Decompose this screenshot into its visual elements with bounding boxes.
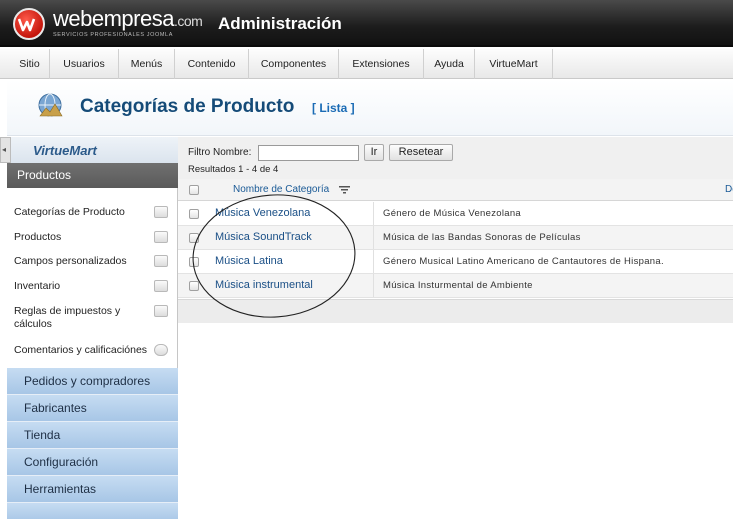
admin-header: webempresa.com SERVICIOS PROFESIONALES J… <box>0 0 733 47</box>
camera-icon <box>154 231 168 243</box>
menu-usuarios[interactable]: Usuarios <box>50 49 119 79</box>
category-description: Género de Música Venezolana <box>383 208 522 219</box>
menu-componentes[interactable]: Componentes <box>249 49 339 79</box>
edit-icon <box>154 280 168 292</box>
category-description: Género Musical Latino Americano de Canta… <box>383 256 664 267</box>
sidebar-collapse-toggle[interactable]: ◂ <box>0 137 11 163</box>
filter-bar: Filtro Nombre: Ir Resetear Resultados 1 … <box>178 137 733 179</box>
reset-button[interactable]: Resetear <box>389 144 453 161</box>
sidebar-item-impuestos[interactable]: Reglas de impuestos y cálculos <box>14 305 132 331</box>
sidebar-item-productos[interactable]: Productos <box>14 231 61 244</box>
comment-icon <box>154 344 168 356</box>
webempresa-logo-icon <box>13 8 45 40</box>
sidebar-item-categorias[interactable]: Categorías de Producto <box>14 206 125 219</box>
sidebar-item-comentarios[interactable]: Comentarios y calificaciónes <box>14 344 147 357</box>
brand-tagline: SERVICIOS PROFESIONALES JOOMLA <box>53 32 173 38</box>
column-header-description[interactable]: De <box>725 184 733 195</box>
go-button[interactable]: Ir <box>364 144 384 161</box>
sidebar-section-productos[interactable]: Productos <box>7 163 178 188</box>
sidebar-groups: Pedidos y compradores Fabricantes Tienda… <box>7 368 178 519</box>
menu-ayuda[interactable]: Ayuda <box>424 49 475 79</box>
sidebar-group-configuracion[interactable]: Configuración <box>7 449 178 476</box>
admin-menubar: Sitio Usuarios Menús Contenido Component… <box>0 49 733 79</box>
brand-name: webempresa.com <box>53 6 203 31</box>
sidebar: VirtueMart ◂ Productos Categorías de Pro… <box>0 137 178 519</box>
copy-icon <box>154 255 168 267</box>
category-description: Música de las Bandas Sonoras de Película… <box>383 232 581 243</box>
menu-extensiones[interactable]: Extensiones <box>339 49 424 79</box>
cell-separator <box>373 250 374 273</box>
sidebar-group-more[interactable] <box>7 503 178 519</box>
virtuemart-logo: VirtueMart <box>33 143 97 158</box>
admin-title: Administración <box>218 14 342 33</box>
filter-label: Filtro Nombre: <box>188 147 252 158</box>
cell-separator <box>373 226 374 249</box>
folder-icon <box>154 206 168 218</box>
calculator-icon <box>154 305 168 317</box>
category-globe-icon <box>38 93 63 117</box>
sidebar-group-herramientas[interactable]: Herramientas <box>7 476 178 503</box>
sidebar-item-inventario[interactable]: Inventario <box>14 280 60 293</box>
menu-virtuemart[interactable]: VirtueMart <box>475 49 553 79</box>
menu-sitio[interactable]: Sitio <box>10 49 50 79</box>
sidebar-item-campos[interactable]: Campos personalizados <box>14 255 127 268</box>
filter-name-input[interactable] <box>258 145 359 161</box>
menu-menus[interactable]: Menús <box>119 49 175 79</box>
page-subtitle-list[interactable]: [ Lista ] <box>312 101 355 115</box>
menu-contenido[interactable]: Contenido <box>175 49 249 79</box>
sidebar-group-pedidos[interactable]: Pedidos y compradores <box>7 368 178 395</box>
category-description: Música Insturmental de Ambiente <box>383 280 533 291</box>
chevron-left-icon: ◂ <box>2 145 7 154</box>
sidebar-group-fabricantes[interactable]: Fabricantes <box>7 395 178 422</box>
cell-separator <box>373 274 374 297</box>
page-title-bar: Categorías de Producto [ Lista ] <box>7 80 733 136</box>
cell-separator <box>373 202 374 225</box>
results-count: Resultados 1 - 4 de 4 <box>188 164 279 175</box>
page-title: Categorías de Producto <box>80 96 295 117</box>
sidebar-group-tienda[interactable]: Tienda <box>7 422 178 449</box>
virtuemart-logo-box: VirtueMart <box>7 137 178 163</box>
highlight-ellipse-annotation <box>192 194 356 318</box>
